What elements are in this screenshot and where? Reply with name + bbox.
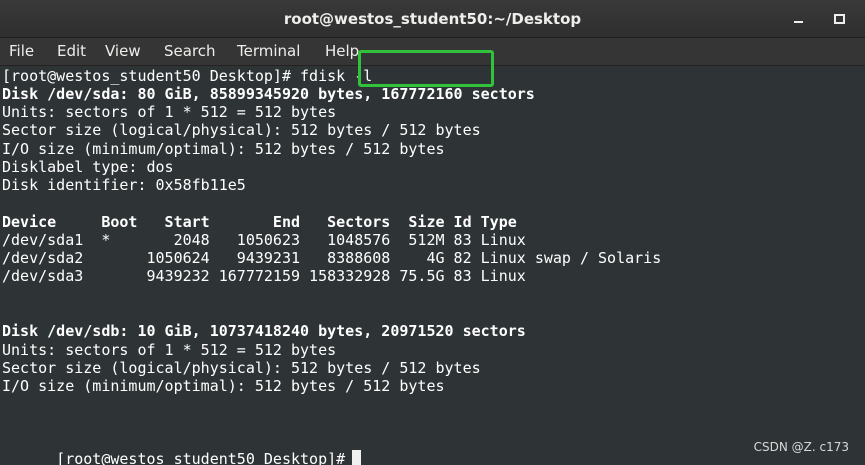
text-cursor <box>352 450 362 465</box>
units-line: Units: sectors of 1 * 512 = 512 bytes <box>2 341 337 359</box>
command-highlight-box <box>358 50 494 87</box>
prompt-text: [root@westos_student50 Desktop]# <box>56 450 346 465</box>
current-prompt-line[interactable]: [root@westos_student50 Desktop]# <box>2 432 362 465</box>
menu-item-help[interactable]: Help <box>325 38 359 65</box>
partition-table-header: Device Boot Start End Sectors Size Id Ty… <box>2 213 517 231</box>
partition-row-sda2: /dev/sda2 1050624 9439231 8388608 4G 82 … <box>2 249 662 267</box>
menu-item-search[interactable]: Search <box>164 38 216 65</box>
watermark: CSDN @Z. c173 <box>753 439 849 454</box>
partition-row-sda3: /dev/sda3 9439232 167772159 158332928 75… <box>2 267 526 285</box>
disk-sda-summary: Disk /dev/sda: 80 GiB, 85899345920 bytes… <box>2 85 535 103</box>
sector-size-line: Sector size (logical/physical): 512 byte… <box>2 359 481 377</box>
menu-item-terminal[interactable]: Terminal <box>237 38 300 65</box>
disk-identifier-line: Disk identifier: 0x58fb11e5 <box>2 176 246 194</box>
terminal-window: root@westos_student50:~/Desktop File Edi… <box>0 0 865 465</box>
terminal-output[interactable]: [root@westos_student50 Desktop]# fdisk -… <box>0 66 865 465</box>
disk-sdb-summary: Disk /dev/sdb: 10 GiB, 10737418240 bytes… <box>2 322 526 340</box>
menu-item-file[interactable]: File <box>9 38 34 65</box>
sector-size-line: Sector size (logical/physical): 512 byte… <box>2 121 481 139</box>
title-bar[interactable]: root@westos_student50:~/Desktop <box>0 0 865 38</box>
maximize-icon[interactable] <box>831 10 847 26</box>
menu-item-view[interactable]: View <box>105 38 141 65</box>
prompt-line: [root@westos_student50 Desktop]# fdisk -… <box>2 67 373 85</box>
partition-row-sda1: /dev/sda1 * 2048 1050623 1048576 512M 83… <box>2 231 526 249</box>
disklabel-line: Disklabel type: dos <box>2 158 174 176</box>
menu-item-edit[interactable]: Edit <box>57 38 86 65</box>
units-line: Units: sectors of 1 * 512 = 512 bytes <box>2 103 337 121</box>
window-title: root@westos_student50:~/Desktop <box>283 10 582 28</box>
io-size-line: I/O size (minimum/optimal): 512 bytes / … <box>2 377 445 395</box>
io-size-line: I/O size (minimum/optimal): 512 bytes / … <box>2 140 445 158</box>
minimize-icon[interactable] <box>791 10 807 26</box>
